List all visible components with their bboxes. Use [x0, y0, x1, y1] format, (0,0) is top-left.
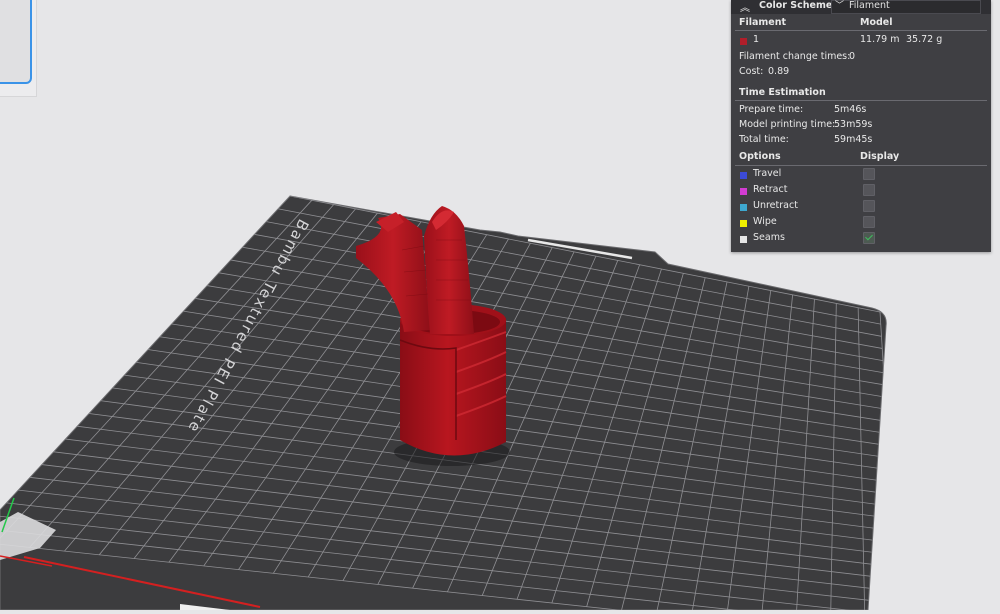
divider: [735, 30, 987, 31]
option-unretract-label: Unretract: [753, 200, 798, 211]
chevron-down-icon: ﹀: [835, 1, 845, 11]
filament-change-value: 0: [849, 51, 856, 62]
divider: [735, 165, 987, 166]
filament-weight: 35.72 g: [906, 34, 943, 45]
prepare-time-value: 5m46s: [834, 104, 867, 115]
option-wipe-label: Wipe: [753, 216, 777, 227]
model-header: Model: [860, 17, 893, 28]
option-unretract-checkbox[interactable]: [863, 200, 875, 212]
color-scheme-label: Color Scheme: [759, 0, 833, 11]
option-travel-label: Travel: [753, 168, 782, 179]
seams-swatch: [740, 236, 747, 243]
model-time-label: Model printing time:: [739, 119, 836, 130]
display-header: Display: [860, 151, 900, 162]
wipe-swatch: [740, 220, 747, 227]
color-scheme-select[interactable]: ﹀ Filament: [831, 0, 981, 14]
gcode-legend-panel: ︽ Color Scheme ﹀ Filament Filament Model…: [731, 0, 991, 252]
cost-label: Cost:: [739, 66, 764, 77]
option-travel-checkbox[interactable]: [863, 168, 875, 180]
filament-length: 11.79 m: [860, 34, 900, 45]
filament-name: 1: [753, 34, 760, 45]
filament-header: Filament: [739, 17, 787, 28]
total-time-value: 59m45s: [834, 134, 873, 145]
option-retract-checkbox[interactable]: [863, 184, 875, 196]
option-retract-label: Retract: [753, 184, 788, 195]
top-left-toolbar-area: [0, 0, 37, 97]
collapse-chevron-icon[interactable]: ︽: [740, 0, 750, 14]
total-time-label: Total time:: [739, 134, 789, 145]
filament-color-swatch: [740, 38, 747, 45]
travel-swatch: [740, 172, 747, 179]
prepare-time-label: Prepare time:: [739, 104, 804, 115]
color-scheme-row: ︽ Color Scheme ﹀ Filament: [731, 0, 991, 14]
filament-change-label: Filament change times:: [739, 51, 851, 62]
options-header: Options: [739, 151, 781, 162]
option-seams-label: Seams: [753, 232, 785, 243]
unretract-swatch: [740, 204, 747, 211]
option-seams-checkbox[interactable]: [863, 232, 875, 244]
color-scheme-value: Filament: [849, 0, 890, 11]
retract-swatch: [740, 188, 747, 195]
model-time-value: 53m59s: [834, 119, 873, 130]
cost-value: 0.89: [768, 66, 790, 77]
time-estimation-header: Time Estimation: [739, 87, 826, 98]
option-wipe-checkbox[interactable]: [863, 216, 875, 228]
divider: [735, 100, 987, 101]
selected-tool-button[interactable]: [0, 0, 32, 84]
